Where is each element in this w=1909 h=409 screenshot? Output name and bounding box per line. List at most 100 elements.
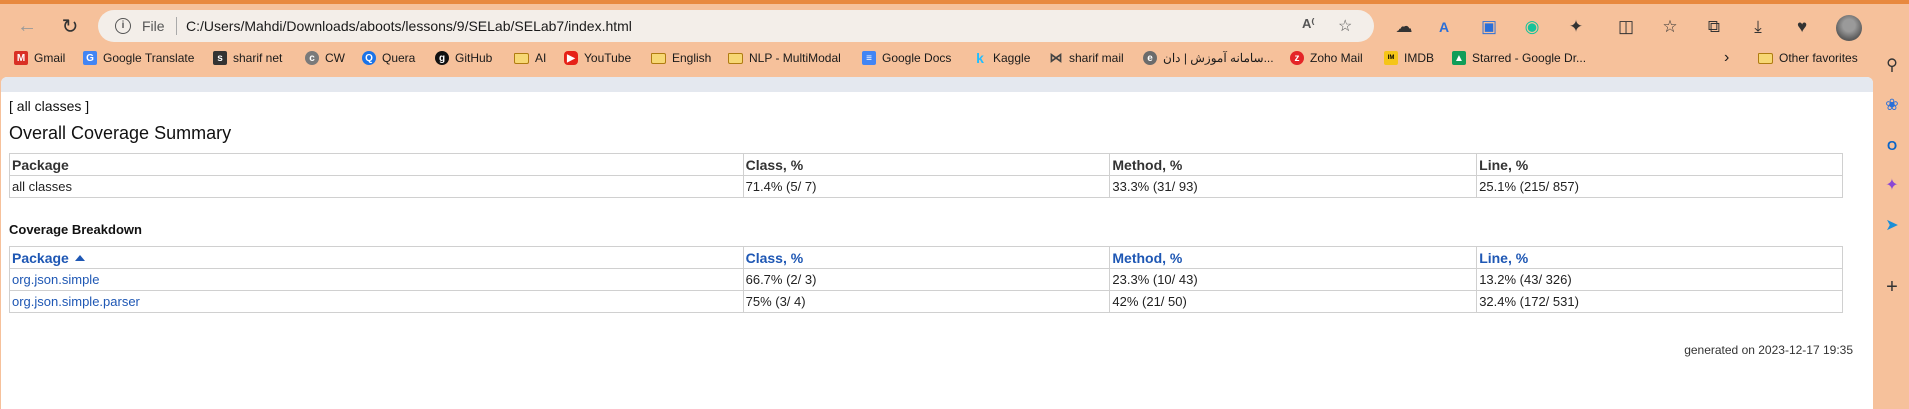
search-icon[interactable]: ⚲ [1881, 54, 1903, 76]
bookmark-sharif-mail[interactable]: ⋈ sharif mail [1049, 48, 1124, 68]
bookmark-label: Quera [382, 51, 416, 65]
bookmark-label: Kaggle [993, 51, 1031, 65]
breakdown-title: Coverage Breakdown [9, 222, 142, 237]
bookmark-folder-ai[interactable]: AI [514, 48, 546, 68]
read-aloud-icon[interactable]: A⁽ [1302, 16, 1315, 32]
header-label[interactable]: Package [12, 250, 69, 266]
bookmarks-bar: M Gmail G Google Translate s sharif net … [0, 45, 1890, 71]
scheme-label: File [142, 18, 165, 34]
sharif-icon: s [213, 51, 227, 65]
bookmark-label: AI [535, 51, 547, 65]
all-classes-link[interactable]: [ all classes ] [9, 98, 89, 114]
sort-header-class[interactable]: Class, % [742, 246, 1111, 269]
split-screen-icon[interactable]: ◫ [1614, 15, 1638, 39]
table-header-row: Package Class, % Method, % Line, % [9, 153, 1843, 176]
cell-line: 13.2% (43/ 326) [1476, 268, 1843, 291]
sort-header-package[interactable]: Package [9, 246, 744, 269]
bookmark-label: Zoho Mail [1310, 51, 1363, 65]
edge-sidebar: ⚲ ❀ O ✦ ➤ + [1874, 50, 1909, 409]
telegram-icon[interactable]: ➤ [1881, 214, 1903, 236]
breakdown-table: Package Class, % Method, % Line, % org.j… [9, 246, 1843, 313]
cw-icon: c [305, 51, 319, 65]
downloads-icon[interactable]: ⤓ [1746, 15, 1770, 39]
folder-icon [651, 52, 666, 64]
bookmark-label: سامانه آموزش | دان... [1163, 51, 1274, 65]
grammarly-icon[interactable]: ◉ [1520, 15, 1544, 39]
bookmark-label: CW [325, 51, 345, 65]
bookmark-folder-english[interactable]: English [651, 48, 711, 68]
youtube-icon: ▶ [564, 51, 578, 65]
page-content: [ all classes ] Overall Coverage Summary… [1, 77, 1873, 409]
package-link[interactable]: org.json.simple [9, 268, 744, 291]
toolbar: ← ↻ i File C:/Users/Mahdi/Downloads/aboo… [0, 5, 1909, 45]
bookmark-google-translate[interactable]: G Google Translate [83, 48, 194, 68]
extension-cloud-icon[interactable]: ☁ [1392, 15, 1416, 39]
mail-icon: ⋈ [1049, 50, 1063, 65]
outlook-icon[interactable]: O [1881, 134, 1903, 156]
package-link[interactable]: org.json.simple.parser [9, 290, 744, 313]
drive-icon: ▲ [1452, 51, 1466, 65]
bookmark-google-docs[interactable]: ≡ Google Docs [862, 48, 951, 68]
info-icon[interactable]: i [115, 18, 131, 34]
gmail-icon: M [14, 51, 28, 65]
generated-timestamp: generated on 2023-12-17 19:35 [1684, 343, 1853, 357]
github-icon: g [435, 51, 449, 65]
column-header-line: Line, % [1476, 153, 1843, 176]
bookmark-folder-nlp[interactable]: NLP - MultiModal [728, 48, 841, 68]
collections-icon[interactable]: ⧉ [1702, 15, 1726, 39]
more-bookmarks-chevron-icon[interactable]: › [1724, 48, 1729, 68]
extensions-icon[interactable]: ✦ [1564, 15, 1588, 39]
bookmark-sharif-net[interactable]: s sharif net [213, 48, 282, 68]
url-text[interactable]: C:/Users/Mahdi/Downloads/aboots/lessons/… [186, 18, 632, 34]
browser-essentials-icon[interactable]: ♥ [1790, 15, 1814, 39]
sort-header-line[interactable]: Line, % [1476, 246, 1843, 269]
bookmark-gmail[interactable]: M Gmail [14, 48, 65, 68]
table-header-row: Package Class, % Method, % Line, % [9, 246, 1843, 269]
refresh-icon[interactable]: ↻ [55, 11, 85, 41]
cell-package: all classes [9, 175, 744, 198]
bookmark-label: Starred - Google Dr... [1472, 51, 1587, 65]
cell-line: 25.1% (215/ 857) [1476, 175, 1843, 198]
cell-method: 42% (21/ 50) [1109, 290, 1478, 313]
column-header-class: Class, % [742, 153, 1111, 176]
bookmark-label: IMDB [1404, 51, 1434, 65]
bookmark-google-drive[interactable]: ▲ Starred - Google Dr... [1452, 48, 1586, 68]
translate-icon: G [83, 51, 97, 65]
bookmark-quera[interactable]: Q Quera [362, 48, 415, 68]
divider [176, 17, 177, 35]
bookmark-imdb[interactable]: IM IMDB [1384, 48, 1434, 68]
edu-icon: e [1143, 51, 1157, 65]
address-bar[interactable]: i File C:/Users/Mahdi/Downloads/aboots/l… [98, 10, 1374, 42]
bookmark-label: sharif mail [1069, 51, 1124, 65]
bookmark-other-favorites[interactable]: Other favorites [1758, 48, 1858, 68]
bookmark-github[interactable]: g GitHub [435, 48, 492, 68]
back-icon[interactable]: ← [12, 11, 42, 41]
bookmark-label: Google Translate [103, 51, 195, 65]
bookmark-youtube[interactable]: ▶ YouTube [564, 48, 631, 68]
bookmark-edu[interactable]: e سامانه آموزش | دان... [1143, 48, 1274, 68]
profile-avatar[interactable] [1836, 15, 1862, 41]
favorite-star-icon[interactable]: ☆ [1338, 16, 1352, 36]
sort-header-method[interactable]: Method, % [1109, 246, 1478, 269]
designer-icon[interactable]: ✦ [1881, 174, 1903, 196]
cell-method: 33.3% (31/ 93) [1109, 175, 1478, 198]
favorites-icon[interactable]: ☆ [1658, 15, 1682, 39]
translate-extension-icon[interactable]: A [1432, 15, 1456, 39]
column-header-package: Package [9, 153, 744, 176]
all-classes-link-text[interactable]: [ all classes ] [9, 98, 89, 114]
page-header-bar [1, 77, 1873, 92]
bookmark-kaggle[interactable]: k Kaggle [973, 48, 1030, 68]
add-sidebar-app-icon[interactable]: + [1881, 276, 1903, 298]
copilot-icon[interactable]: ❀ [1881, 94, 1903, 116]
folder-icon [728, 52, 743, 64]
bookmark-cw[interactable]: c CW [305, 48, 345, 68]
sort-ascending-icon [74, 254, 85, 261]
docs-icon: ≡ [862, 51, 876, 65]
folder-icon [1758, 52, 1773, 64]
screen-capture-icon[interactable]: ▣ [1477, 15, 1501, 39]
table-row: all classes 71.4% (5/ 7) 33.3% (31/ 93) … [9, 175, 1843, 198]
bookmark-zoho-mail[interactable]: z Zoho Mail [1290, 48, 1363, 68]
column-header-method: Method, % [1109, 153, 1478, 176]
cell-line: 32.4% (172/ 531) [1476, 290, 1843, 313]
bookmark-label: Gmail [34, 51, 66, 65]
